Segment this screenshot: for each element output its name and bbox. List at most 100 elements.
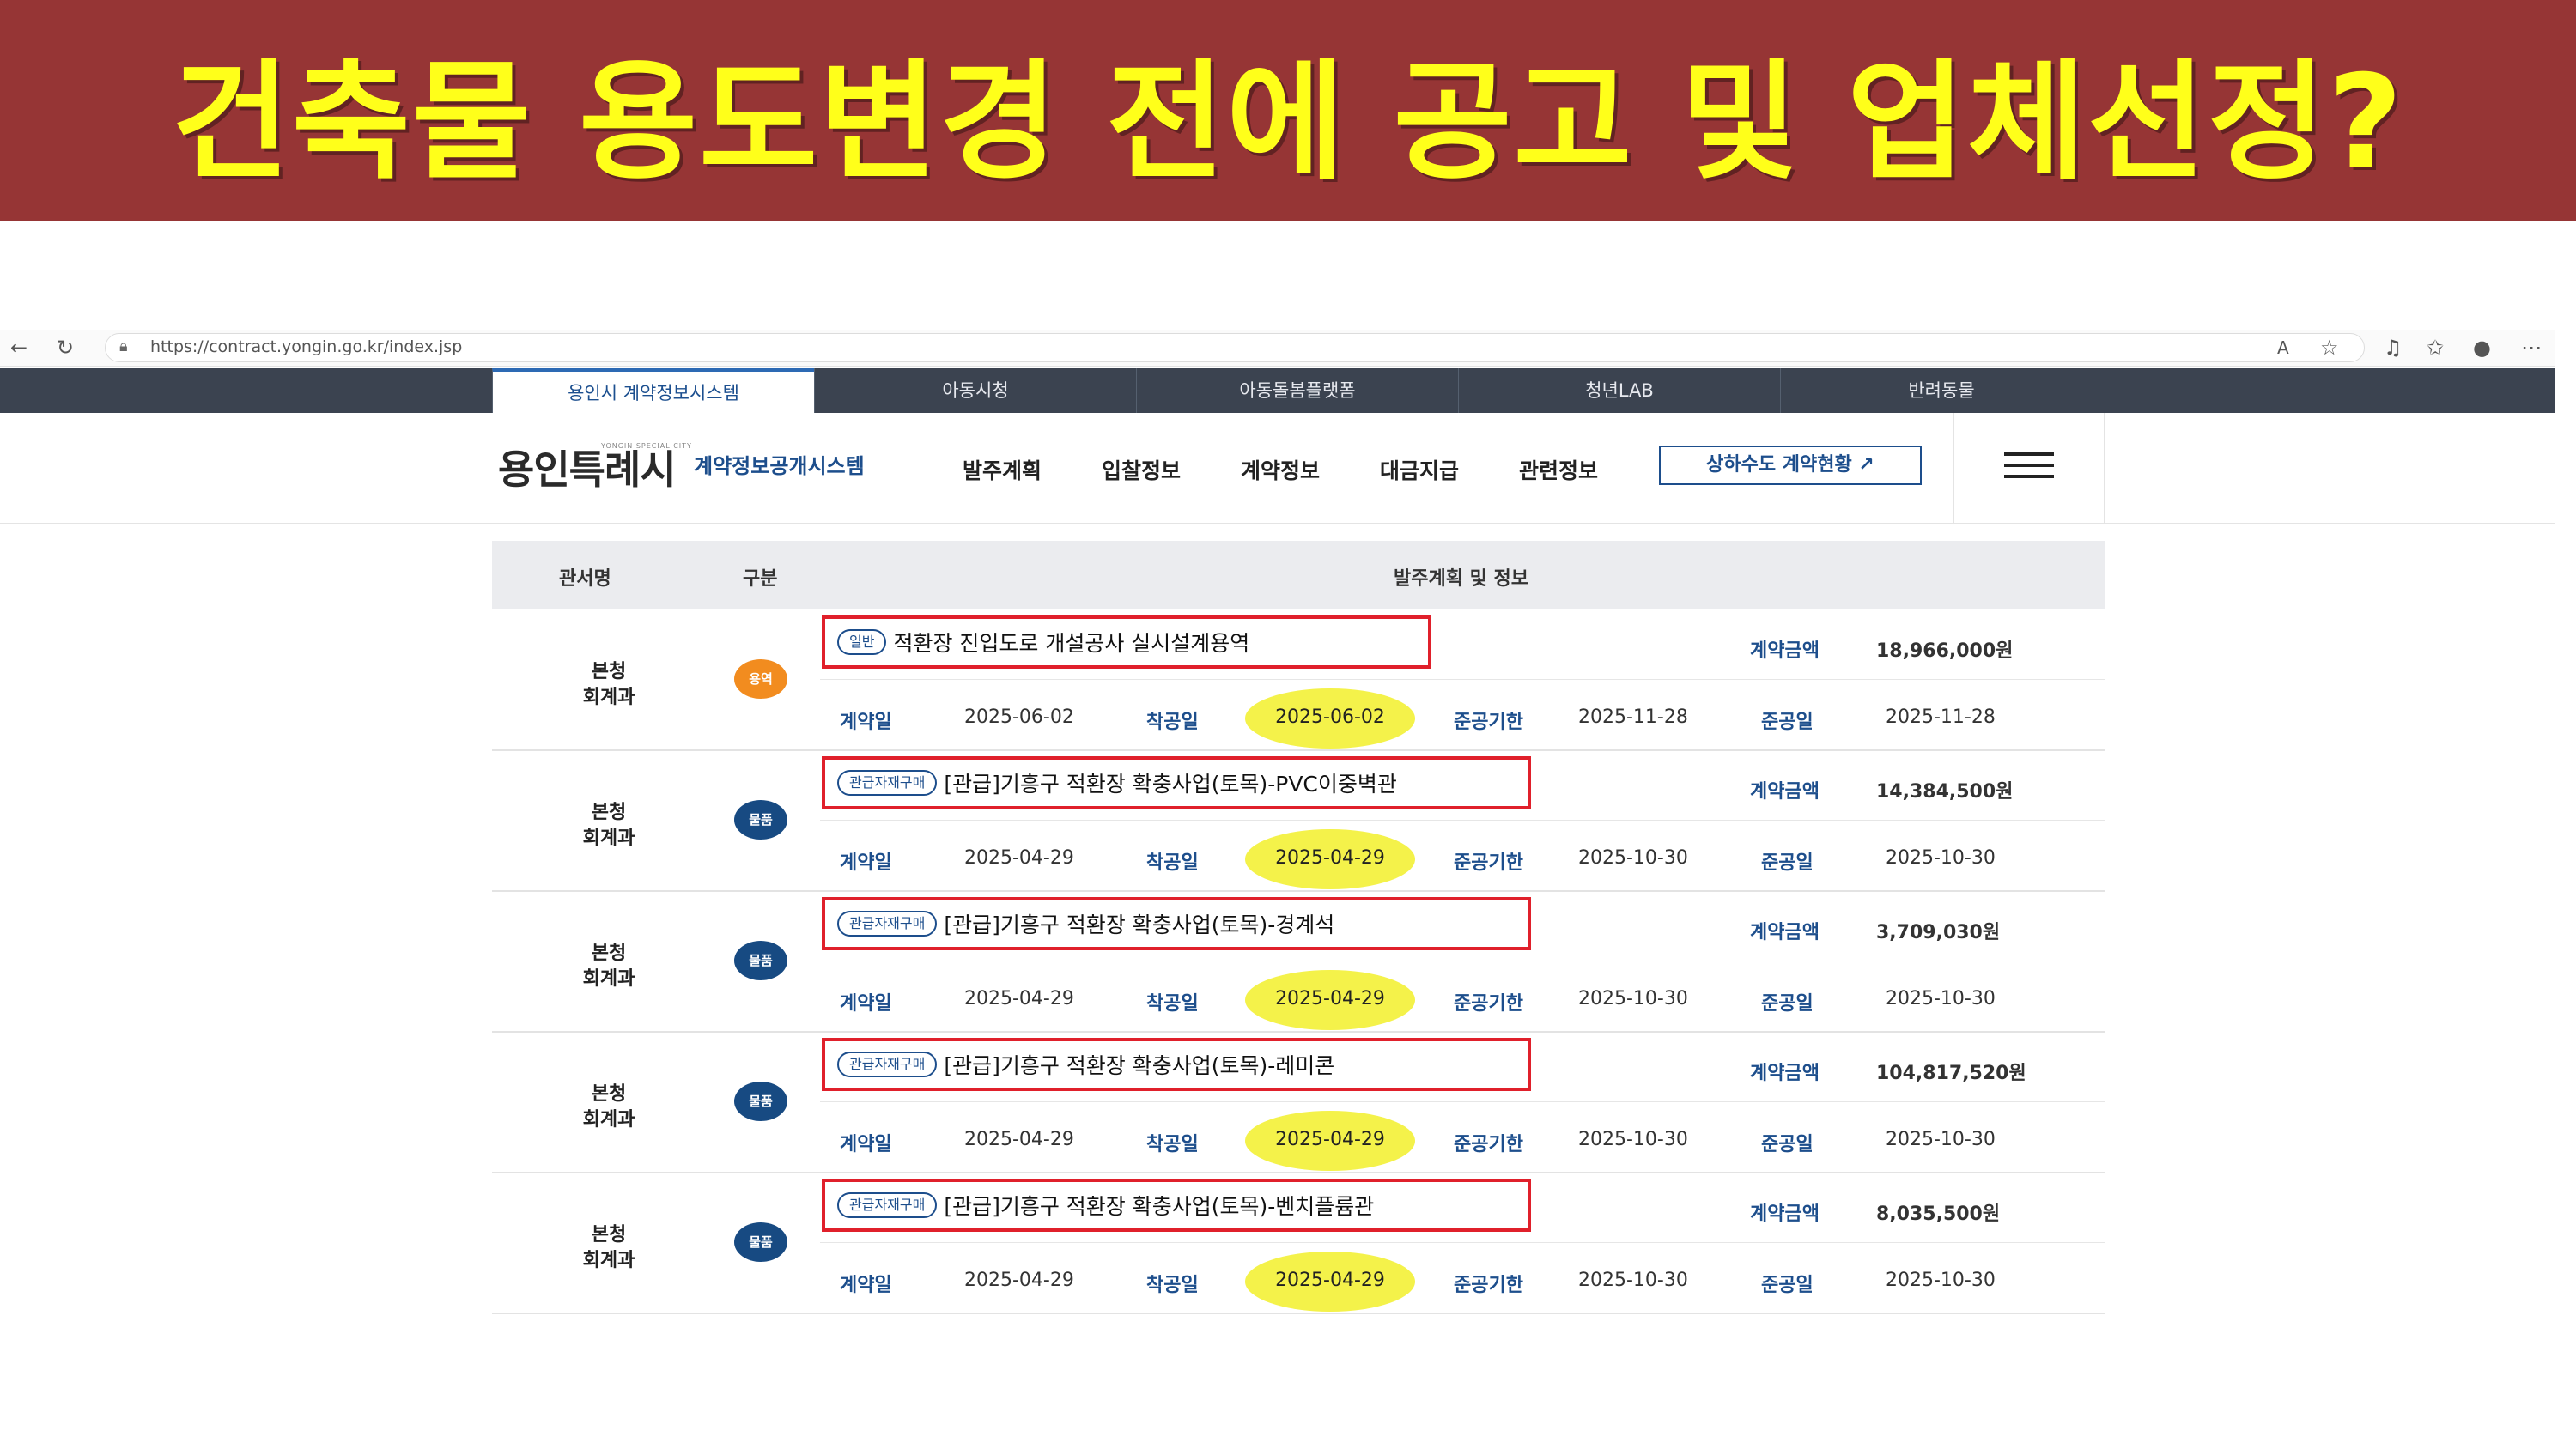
contract-amount: 8,035,500원 [1876,1203,2001,1225]
row-divider [820,1101,2105,1102]
contract-amount: 3,709,030원 [1876,922,2001,943]
column-header-info: 발주계획 및 정보 [1394,568,1528,590]
type-badge: 물품 [734,1222,787,1262]
start-date: 2025-04-29 [1275,1129,1385,1150]
dept-name: 본청 회계과 [562,1082,655,1133]
browser-toolbar: ← ↻ 🔒︎ https://contract.yongin.go.kr/ind… [0,330,2555,367]
deadline-date: 2025-10-30 [1578,1270,1688,1291]
menu-bid-info[interactable]: 입찰정보 [1102,454,1181,485]
deadline-date: 2025-11-28 [1578,706,1688,728]
category-pill: 관급자재구매 [837,770,938,796]
type-badge: 용역 [734,659,787,699]
lock-icon: 🔒︎ [119,337,128,355]
system-name[interactable]: 계약정보공개시스템 [694,449,865,479]
dept-line-2: 회계과 [582,828,635,849]
dept-line-1: 본청 [591,1083,627,1105]
more-menu-icon[interactable]: ⋯ [2521,335,2542,361]
back-icon[interactable]: ← [10,335,27,361]
dept-name: 본청 회계과 [562,800,655,852]
menu-order-plan[interactable]: 발주계획 [963,454,1042,485]
deadline-date: 2025-10-30 [1578,1129,1688,1150]
deadline-label: 준공기한 [1454,712,1523,733]
table-row[interactable]: 본청 회계과 물품 관급자재구매 [관급]기흥구 적환장 확충사업(토목)-경계… [492,891,2105,1033]
site-header: 용인특례시 YONGIN SPECIAL CITY 계약정보공개시스템 발주계획… [0,413,2555,524]
menu-contract-info[interactable]: 계약정보 [1241,454,1320,485]
tab-children-city[interactable]: 아동시청 [814,368,1136,413]
hamburger-menu-icon[interactable] [2004,452,2054,478]
url-text: https://contract.yongin.go.kr/index.jsp [150,337,463,356]
category-pill: 일반 [837,629,887,655]
completion-label: 준공일 [1761,1275,1814,1296]
start-date-label: 착공일 [1146,1134,1199,1155]
dept-line-2: 회계과 [582,1109,635,1131]
row-divider [820,1242,2105,1243]
deadline-date: 2025-10-30 [1578,847,1688,869]
dept-line-2: 회계과 [582,1250,635,1271]
contract-title-link[interactable]: 관급자재구매 [관급]기흥구 적환장 확충사업(토목)-PVC이중벽관 [822,756,1531,809]
completion-date: 2025-10-30 [1886,1129,1996,1150]
favorites-icon[interactable]: ✩ [2427,335,2444,361]
table-row[interactable]: 본청 회계과 물품 관급자재구매 [관급]기흥구 적환장 확충사업(토목)-레미… [492,1032,2105,1173]
table-row[interactable]: 본청 회계과 물품 관급자재구매 [관급]기흥구 적환장 확충사업(토목)-PV… [492,750,2105,892]
refresh-icon[interactable]: ↻ [57,335,74,361]
favorite-star-icon[interactable]: ☆ [2320,335,2339,361]
contract-date-label: 계약일 [840,993,892,1015]
menu-related-info[interactable]: 관련정보 [1519,454,1598,485]
completion-date: 2025-10-30 [1886,988,1996,1009]
column-header-dept: 관서명 [559,568,611,590]
contract-title: [관급]기흥구 적환장 확충사업(토목)-PVC이중벽관 [944,772,1397,797]
dept-line-1: 본청 [591,1224,627,1246]
water-contract-button[interactable]: 상하수도 계약현황 ↗ [1659,446,1922,485]
deadline-label: 준공기한 [1454,1275,1523,1296]
site-top-nav: 용인시 계약정보시스템 아동시청 아동돌봄플랫폼 청년LAB 반려동물 [0,368,2555,413]
row-divider [820,679,2105,680]
dept-line-1: 본청 [591,802,627,823]
contract-date: 2025-06-02 [964,706,1074,728]
dept-name: 본청 회계과 [562,1222,655,1274]
amount-label: 계약금액 [1750,781,1820,803]
start-date-label: 착공일 [1146,1275,1199,1296]
completion-label: 준공일 [1761,993,1814,1015]
header-divider [2104,413,2105,523]
table-row[interactable]: 본청 회계과 물품 관급자재구매 [관급]기흥구 적환장 확충사업(토목)-벤치… [492,1173,2105,1314]
header-divider [1953,413,1954,523]
dept-name: 본청 회계과 [562,659,655,711]
address-bar[interactable]: 🔒︎ https://contract.yongin.go.kr/index.j… [105,333,2365,362]
tab-childcare-platform[interactable]: 아동돌봄플랫폼 [1136,368,1458,413]
contract-title: [관급]기흥구 적환장 확충사업(토목)-레미콘 [944,1053,1335,1078]
row-divider [820,820,2105,821]
start-date: 2025-04-29 [1275,1270,1385,1291]
dept-line-1: 본청 [591,661,627,682]
category-pill: 관급자재구매 [837,1192,938,1218]
tab-pets[interactable]: 반려동물 [1780,368,2102,413]
amount-label: 계약금액 [1750,922,1820,943]
table-header: 관서명 구분 발주계획 및 정보 [492,541,2105,609]
profile-avatar-icon[interactable]: ● [2473,335,2491,361]
contract-title-link[interactable]: 관급자재구매 [관급]기흥구 적환장 확충사업(토목)-레미콘 [822,1038,1531,1091]
contract-title-link[interactable]: 일반 적환장 진입도로 개설공사 실시설계용역 [822,615,1431,669]
contract-date: 2025-04-29 [964,1270,1074,1291]
type-badge: 물품 [734,941,787,980]
completion-date: 2025-11-28 [1886,706,1996,728]
contract-title-link[interactable]: 관급자재구매 [관급]기흥구 적환장 확충사업(토목)-경계석 [822,897,1531,950]
category-pill: 관급자재구매 [837,1052,938,1077]
contract-title: [관급]기흥구 적환장 확충사업(토목)-경계석 [944,912,1335,937]
completion-date: 2025-10-30 [1886,1270,1996,1291]
tab-youth-lab[interactable]: 청년LAB [1458,368,1780,413]
table-row[interactable]: 본청 회계과 용역 일반 적환장 진입도로 개설공사 실시설계용역 계약금액 1… [492,609,2105,751]
read-aloud-icon[interactable]: A [2277,335,2289,361]
banner-title: 건축물 용도변경 전에 공고 및 업체선정? [171,47,2405,197]
contract-title: 적환장 진입도로 개설공사 실시설계용역 [893,631,1250,656]
category-pill: 관급자재구매 [837,911,938,937]
contract-title-link[interactable]: 관급자재구매 [관급]기흥구 적환장 확충사업(토목)-벤치플륨관 [822,1179,1531,1232]
tab-contract-system[interactable]: 용인시 계약정보시스템 [492,368,814,413]
completion-label: 준공일 [1761,712,1814,733]
extensions-icon[interactable]: ♫ [2384,335,2403,361]
dept-line-1: 본청 [591,943,627,964]
deadline-date: 2025-10-30 [1578,988,1688,1009]
menu-payment[interactable]: 대금지급 [1380,454,1459,485]
amount-label: 계약금액 [1750,1203,1820,1225]
deadline-label: 준공기한 [1454,852,1523,874]
start-date: 2025-04-29 [1275,847,1385,869]
contract-date: 2025-04-29 [964,847,1074,869]
